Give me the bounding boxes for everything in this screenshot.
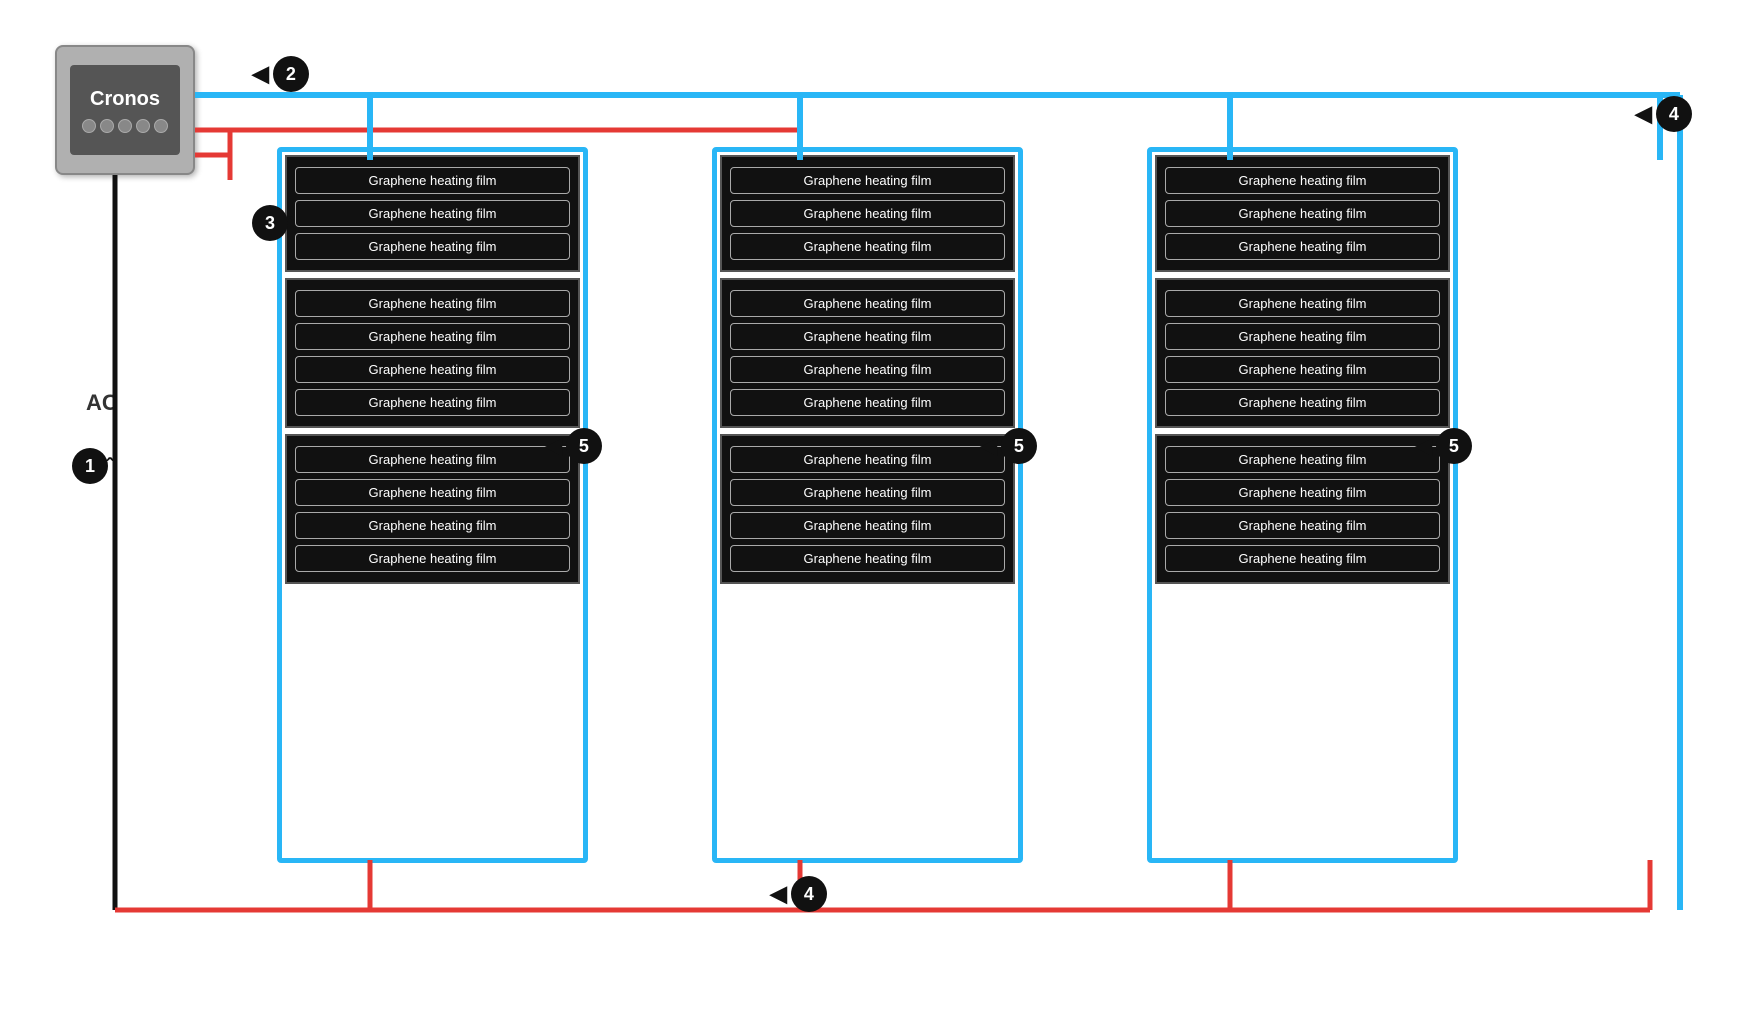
cronos-btn-5[interactable] — [154, 119, 168, 133]
col2-frame — [712, 147, 1023, 863]
badge-5c: 5 — [1436, 428, 1472, 464]
badge-5a-arrow: ◀ — [545, 433, 562, 459]
cronos-btn-1[interactable] — [82, 119, 96, 133]
badge-5a-container: ◀ 5 — [545, 428, 602, 464]
badge-5b: 5 — [1001, 428, 1037, 464]
badge-2: 2 — [273, 56, 309, 92]
col1-frame — [277, 147, 588, 863]
badge-5b-arrow: ◀ — [980, 433, 997, 459]
column-1: Graphene heating film Graphene heating f… — [285, 155, 580, 584]
cronos-btn-4[interactable] — [136, 119, 150, 133]
cronos-brand-label: Cronos — [90, 88, 160, 111]
badge-4-top: 4 — [1656, 96, 1692, 132]
badge-3: 3 — [252, 205, 288, 241]
badge-5c-container: ◀ 5 — [1415, 428, 1472, 464]
badge-5b-container: ◀ 5 — [980, 428, 1037, 464]
cronos-controller: Cronos — [55, 45, 195, 175]
badge-1-container: ̂ 1 — [72, 448, 108, 484]
col3-frame — [1147, 147, 1458, 863]
cronos-display: Cronos — [70, 65, 180, 155]
badge-4-bot-arrow: ◀ — [770, 881, 787, 907]
cronos-btn-2[interactable] — [100, 119, 114, 133]
column-3: Graphene heating film Graphene heating f… — [1155, 155, 1450, 584]
badge-5a: 5 — [566, 428, 602, 464]
badge-4-bot-container: ◀ 4 — [770, 876, 827, 912]
badge-3-container: ̂ 3 — [252, 205, 288, 241]
badge-2-arrow: ◀ — [252, 61, 269, 87]
badge-2-container: ◀ 2 — [252, 56, 309, 92]
badge-1: 1 — [72, 448, 108, 484]
badge-4-bot: 4 — [791, 876, 827, 912]
badge-4-top-arrow: ◀ — [1635, 101, 1652, 127]
column-2: Graphene heating film Graphene heating f… — [720, 155, 1015, 584]
badge-5c-arrow: ◀ — [1415, 433, 1432, 459]
cronos-controls — [82, 119, 168, 133]
cronos-btn-3[interactable] — [118, 119, 132, 133]
ac-label: AC — [86, 390, 118, 416]
badge-4-top-container: ◀ 4 — [1635, 96, 1692, 132]
